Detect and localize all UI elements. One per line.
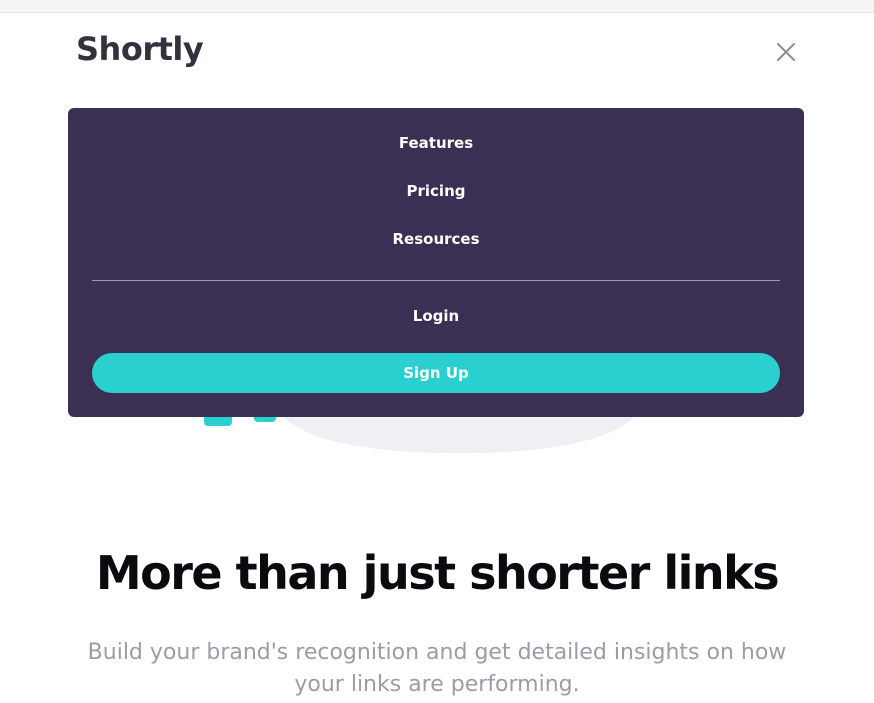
login-link[interactable]: Login [68, 306, 804, 326]
nav-link-features[interactable]: Features [68, 133, 804, 153]
sign-up-button[interactable]: Sign Up [92, 353, 780, 393]
menu-divider [92, 280, 780, 281]
nav-link-pricing[interactable]: Pricing [68, 181, 804, 201]
close-menu-button[interactable] [772, 38, 802, 68]
hero-subtitle: Build your brand's recognition and get d… [87, 640, 787, 697]
close-icon [777, 43, 795, 61]
page: Shortly Features Pricing Resources Login… [0, 0, 874, 703]
hero-title: More than just shorter links [95, 546, 780, 600]
nav-link-resources[interactable]: Resources [68, 229, 804, 249]
logo[interactable]: Shortly [76, 29, 204, 69]
mobile-nav-menu: Features Pricing Resources Login Sign Up [68, 108, 804, 417]
browser-top-strip [0, 0, 874, 13]
